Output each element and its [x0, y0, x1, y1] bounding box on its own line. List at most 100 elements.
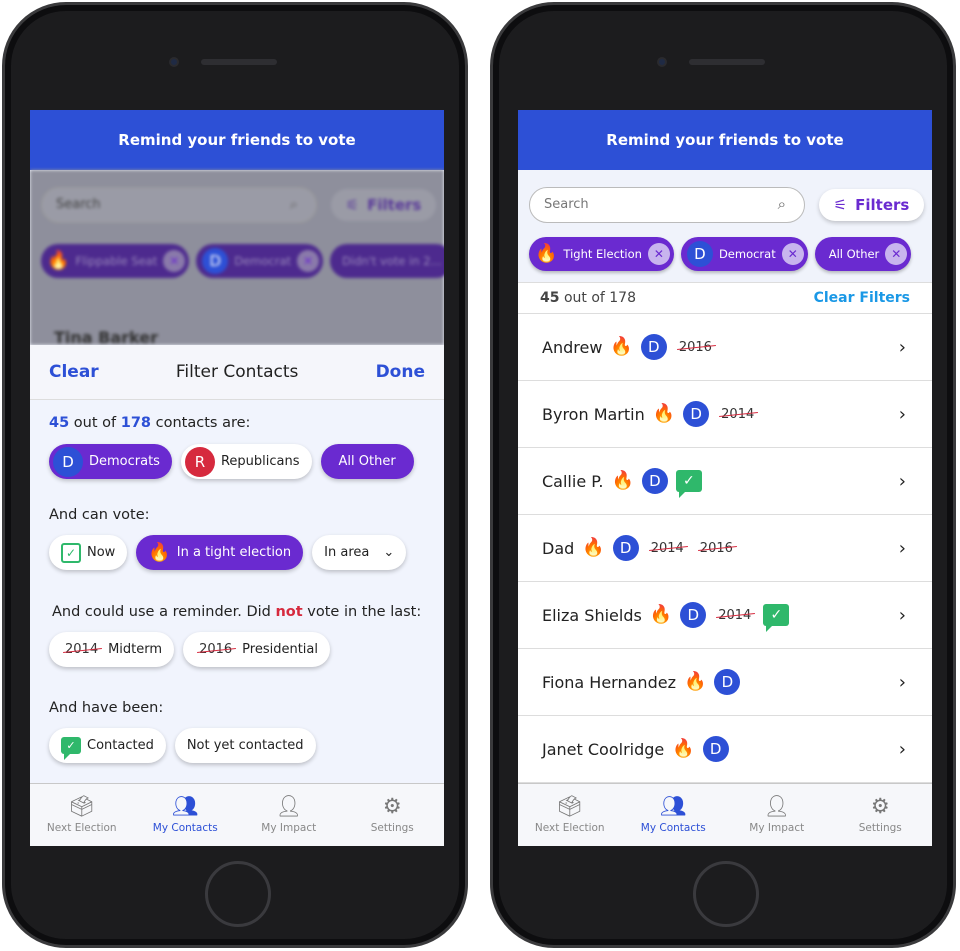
calendar-check-icon: ✓ — [61, 542, 81, 563]
option-label: Republicans — [220, 454, 300, 469]
filters-label: Filters — [367, 196, 422, 214]
speaker — [201, 59, 277, 65]
reminder-prefix: And could use a reminder. Did — [52, 604, 271, 620]
gear-icon: ⚙ — [382, 794, 402, 818]
chevron-right-icon: › — [898, 470, 906, 492]
chip-label: Democrat — [234, 254, 292, 268]
tab-label: Next Election — [46, 822, 117, 834]
contact-row[interactable]: Fiona Hernandez 🔥 D › — [518, 649, 932, 716]
contacted-option[interactable]: ✓ Contacted — [49, 728, 166, 763]
tab-my-impact[interactable]: 👤︎ My Impact — [237, 784, 341, 846]
now-option[interactable]: ✓ Now — [49, 535, 128, 570]
chevron-down-icon: ⌄ — [383, 545, 395, 560]
presidential-option[interactable]: 2016 Presidential — [183, 632, 330, 667]
tab-my-impact[interactable]: 👤︎ My Impact — [725, 784, 829, 846]
clear-filters-link[interactable]: Clear Filters — [814, 290, 910, 306]
democrats-option[interactable]: D Democrats — [49, 444, 172, 479]
republican-badge: R — [184, 446, 215, 477]
contact-name: Dad — [542, 538, 575, 558]
chip-democrat[interactable]: D Democrat ✕ — [680, 237, 808, 271]
contact-row[interactable]: Dad 🔥 D 2014 2016 › — [518, 515, 932, 582]
democrat-badge: D — [702, 736, 729, 762]
contact-row[interactable]: Byron Martin 🔥 D 2014 › — [518, 381, 932, 448]
filter-sheet: Clear Filter Contacts Done 45 out of 178… — [30, 345, 444, 783]
contact-row[interactable]: Callie P. 🔥 D ✓ › — [518, 448, 932, 515]
chevron-right-icon: › — [898, 738, 906, 760]
can-vote-label: And can vote: — [49, 507, 150, 523]
fire-icon: 🔥 — [672, 738, 695, 759]
header-title: Remind your friends to vote — [518, 110, 932, 170]
chevron-right-icon: › — [898, 671, 906, 693]
count: 45 — [49, 415, 70, 431]
tab-label: Next Election — [534, 822, 605, 834]
not-contacted-option[interactable]: Not yet contacted — [174, 728, 316, 763]
tab-next-election[interactable]: 🗳︎ Next Election — [30, 784, 134, 846]
reminder-suffix: vote in the last: — [307, 604, 422, 620]
tab-label: My Impact — [749, 822, 805, 834]
tab-my-contacts[interactable]: 👥︎ My Contacts — [134, 784, 238, 846]
tab-settings[interactable]: ⚙ Settings — [341, 784, 445, 846]
filters-label: Filters — [855, 196, 910, 214]
contact-name: Janet Coolridge — [542, 739, 665, 759]
republicans-option[interactable]: R Republicans — [180, 444, 312, 479]
fire-icon: 🔥 — [683, 671, 707, 692]
count: 45 — [540, 290, 560, 306]
blurred-background: Search ⌕ ⚟ Filters 🔥 Flippable Seat ✕ D Democ… — [30, 170, 444, 347]
remove-chip-icon[interactable]: ✕ — [885, 243, 908, 265]
home-button[interactable] — [205, 861, 271, 927]
clear-button[interactable]: Clear — [49, 362, 99, 382]
midterm-option[interactable]: 2014 Midterm — [49, 632, 175, 667]
close-icon: ✕ — [163, 250, 186, 272]
tab-next-election[interactable]: 🗳︎ Next Election — [518, 784, 622, 846]
tight-election-option[interactable]: 🔥 In a tight election — [136, 535, 304, 570]
missed-year: 2014 — [721, 406, 755, 422]
chip-all-other[interactable]: All Other ✕ — [814, 237, 912, 271]
sheet-title: Filter Contacts — [175, 362, 299, 382]
camera — [169, 57, 179, 67]
tab-my-contacts[interactable]: 👥︎ My Contacts — [622, 784, 726, 846]
filters-button[interactable]: ⚟ Filters — [819, 189, 924, 221]
ballot-icon: 🗳︎ — [556, 794, 584, 818]
contact-row[interactable]: Eliza Shields 🔥 D 2014 ✓ › — [518, 582, 932, 649]
tab-bar: 🗳︎ Next Election 👥︎ My Contacts 👤︎ My Impac… — [30, 783, 444, 846]
in-area-dropdown[interactable]: In area ⌄ — [312, 535, 407, 570]
camera — [657, 57, 667, 67]
chevron-right-icon: › — [898, 403, 906, 425]
contacts-screen: Remind your friends to vote Search ⌕ ⚟ Fil… — [518, 110, 932, 846]
out-of: out of — [73, 415, 117, 431]
option-label: In area — [324, 545, 370, 560]
contact-name: Byron Martin — [542, 404, 645, 424]
person-icon: 👤︎ — [763, 794, 791, 818]
option-label: Midterm — [108, 642, 163, 657]
filter-screen: Remind your friends to vote Search ⌕ ⚟ Fil… — [30, 110, 444, 846]
speaker — [689, 59, 765, 65]
remove-chip-icon[interactable]: ✕ — [647, 243, 670, 265]
fire-icon: 🔥 — [582, 537, 605, 558]
tab-label: My Impact — [261, 822, 317, 834]
contacted-icon: ✓ — [763, 604, 790, 632]
contact-row[interactable]: Andrew 🔥 D 2016 › — [518, 314, 932, 381]
search-placeholder: Search — [544, 197, 589, 212]
sliders-icon: ⚟ — [833, 196, 848, 214]
chip: Didn't vote in 2... — [330, 244, 444, 278]
remove-chip-icon[interactable]: ✕ — [781, 243, 804, 265]
chip-label: All Other — [828, 247, 880, 261]
democrat-badge: D — [202, 248, 229, 274]
chip: 🔥 Flippable Seat ✕ — [41, 244, 190, 278]
active-filter-chips: 🔥 Tight Election ✕ D Democrat ✕ All Other ✕ — [529, 237, 912, 271]
fire-icon: 🔥 — [652, 403, 676, 424]
tab-settings[interactable]: ⚙ Settings — [829, 784, 933, 846]
tab-bar: 🗳︎ Next Election 👥︎ My Contacts 👤︎ My Impac… — [518, 783, 932, 846]
contact-row[interactable]: Janet Coolridge 🔥 D › — [518, 716, 932, 783]
chip: D Democrat ✕ — [196, 244, 324, 278]
search-input[interactable]: Search ⌕ — [529, 187, 805, 223]
chip-tight-election[interactable]: 🔥 Tight Election ✕ — [529, 237, 674, 271]
ballot-icon: 🗳︎ — [68, 794, 96, 818]
option-label: All Other — [338, 454, 396, 469]
total: 178 — [120, 415, 152, 431]
phone-right: Remind your friends to vote Search ⌕ ⚟ Fil… — [490, 2, 956, 948]
democrat-badge: D — [686, 241, 713, 267]
home-button[interactable] — [693, 861, 759, 927]
all-other-option[interactable]: All Other — [320, 444, 414, 479]
done-button[interactable]: Done — [376, 362, 425, 382]
